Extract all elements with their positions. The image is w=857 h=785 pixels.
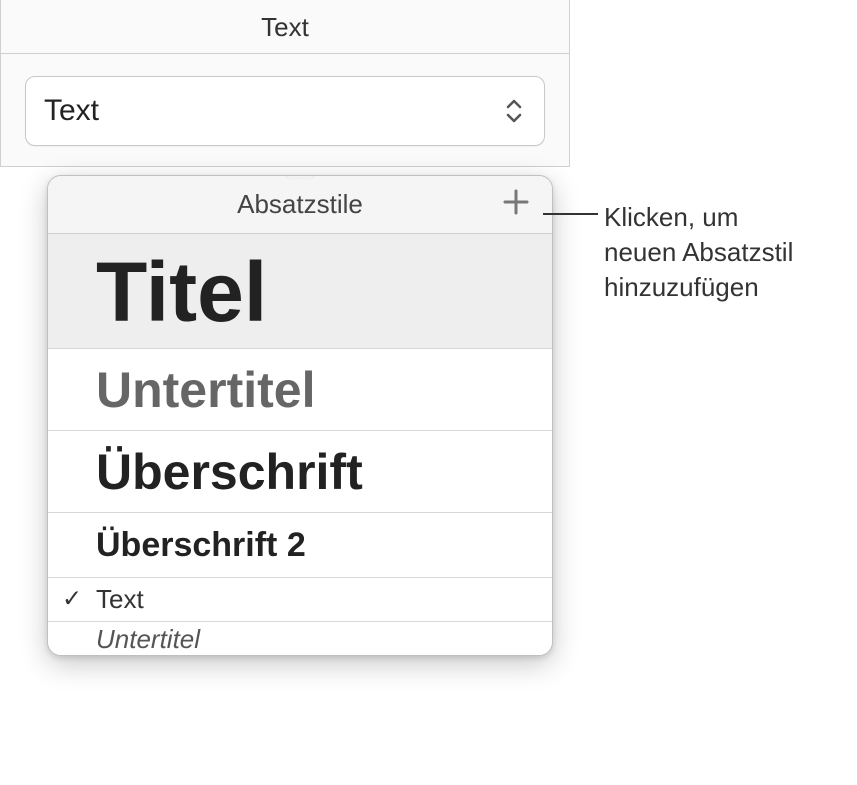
callout-line3: hinzuzufügen <box>604 270 793 305</box>
style-item-titel[interactable]: Titel <box>48 234 552 349</box>
callout-line2: neuen Absatzstil <box>604 235 793 270</box>
style-label: Titel <box>96 248 267 336</box>
style-item-text[interactable]: ✓ Text <box>48 578 552 622</box>
style-item-untertitel2[interactable]: Untertitel <box>48 622 552 655</box>
selector-current-value: Text <box>44 94 99 128</box>
style-selector-container: Text <box>1 54 569 166</box>
style-label: Überschrift <box>96 445 363 500</box>
tab-text[interactable]: Text <box>1 0 569 54</box>
add-style-button[interactable] <box>498 187 534 223</box>
style-label: Untertitel <box>96 363 315 418</box>
callout-text: Klicken, um neuen Absatzstil hinzuzufüge… <box>604 200 793 305</box>
style-label: Untertitel <box>96 624 200 655</box>
paragraph-styles-popover: Absatzstile Titel Untertitel Überschrift <box>47 175 553 656</box>
tab-label: Text <box>261 12 309 42</box>
style-item-untertitel[interactable]: Untertitel <box>48 349 552 431</box>
plus-icon <box>502 188 530 221</box>
style-label: Text <box>96 584 144 615</box>
callout-leader-line <box>543 213 598 215</box>
style-item-uberschrift[interactable]: Überschrift <box>48 431 552 513</box>
style-label: Überschrift 2 <box>96 527 306 564</box>
style-item-uberschrift2[interactable]: Überschrift 2 <box>48 513 552 577</box>
popover-header: Absatzstile <box>48 176 552 234</box>
style-list: Titel Untertitel Überschrift Überschrift… <box>48 234 552 655</box>
checkmark-icon: ✓ <box>62 585 82 614</box>
callout-line1: Klicken, um <box>604 200 793 235</box>
chevron-up-down-icon <box>506 99 522 123</box>
popover-title: Absatzstile <box>237 189 363 220</box>
paragraph-style-selector[interactable]: Text <box>25 76 545 146</box>
popover-arrow <box>286 175 314 178</box>
format-sidebar: Text Text Absatzstile <box>0 0 570 167</box>
